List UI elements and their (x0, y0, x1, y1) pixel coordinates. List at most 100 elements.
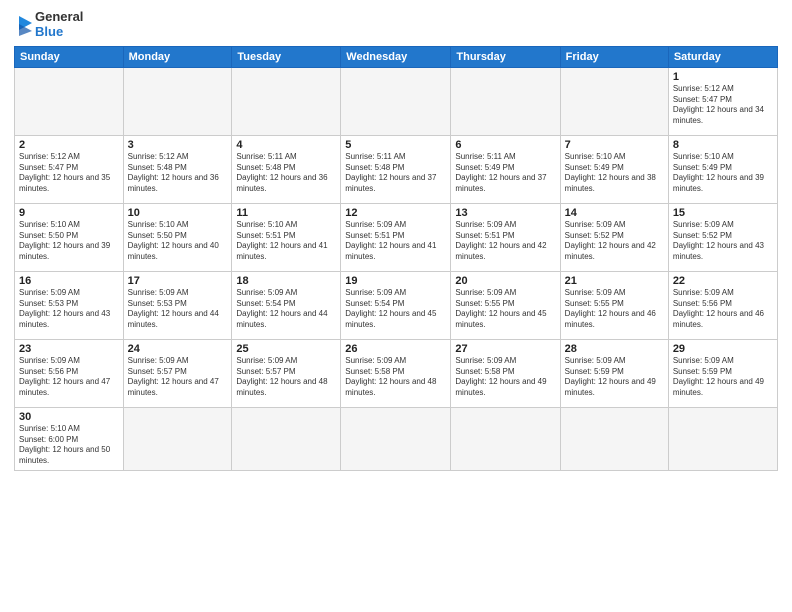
day-number: 20 (455, 275, 555, 287)
calendar-cell: 12Sunrise: 5:09 AMSunset: 5:51 PMDayligh… (341, 203, 451, 271)
calendar-cell (123, 67, 232, 135)
logo-icon (14, 14, 32, 36)
calendar-cell: 22Sunrise: 5:09 AMSunset: 5:56 PMDayligh… (668, 271, 777, 339)
day-info: Sunrise: 5:12 AMSunset: 5:47 PMDaylight:… (19, 152, 119, 195)
day-info: Sunrise: 5:10 AMSunset: 5:51 PMDaylight:… (236, 220, 336, 263)
calendar-cell: 14Sunrise: 5:09 AMSunset: 5:52 PMDayligh… (560, 203, 668, 271)
day-info: Sunrise: 5:11 AMSunset: 5:49 PMDaylight:… (455, 152, 555, 195)
day-number: 3 (128, 139, 228, 151)
calendar-cell: 26Sunrise: 5:09 AMSunset: 5:58 PMDayligh… (341, 339, 451, 407)
day-info: Sunrise: 5:09 AMSunset: 5:54 PMDaylight:… (345, 288, 446, 331)
day-info: Sunrise: 5:09 AMSunset: 5:59 PMDaylight:… (565, 356, 664, 399)
day-info: Sunrise: 5:12 AMSunset: 5:47 PMDaylight:… (673, 84, 773, 127)
day-info: Sunrise: 5:12 AMSunset: 5:48 PMDaylight:… (128, 152, 228, 195)
day-info: Sunrise: 5:09 AMSunset: 5:58 PMDaylight:… (455, 356, 555, 399)
day-info: Sunrise: 5:09 AMSunset: 5:53 PMDaylight:… (19, 288, 119, 331)
day-number: 22 (673, 275, 773, 287)
day-info: Sunrise: 5:11 AMSunset: 5:48 PMDaylight:… (236, 152, 336, 195)
day-info: Sunrise: 5:09 AMSunset: 5:56 PMDaylight:… (19, 356, 119, 399)
day-number: 29 (673, 343, 773, 355)
day-number: 13 (455, 207, 555, 219)
day-number: 11 (236, 207, 336, 219)
day-info: Sunrise: 5:09 AMSunset: 5:52 PMDaylight:… (673, 220, 773, 263)
day-number: 18 (236, 275, 336, 287)
calendar-cell: 28Sunrise: 5:09 AMSunset: 5:59 PMDayligh… (560, 339, 668, 407)
calendar-cell (15, 67, 124, 135)
day-number: 8 (673, 139, 773, 151)
day-number: 21 (565, 275, 664, 287)
day-number: 23 (19, 343, 119, 355)
day-number: 6 (455, 139, 555, 151)
calendar-table: SundayMondayTuesdayWednesdayThursdayFrid… (14, 46, 778, 471)
calendar-cell: 6Sunrise: 5:11 AMSunset: 5:49 PMDaylight… (451, 135, 560, 203)
calendar-cell: 25Sunrise: 5:09 AMSunset: 5:57 PMDayligh… (232, 339, 341, 407)
calendar-header-sunday: Sunday (15, 46, 124, 67)
calendar-cell: 4Sunrise: 5:11 AMSunset: 5:48 PMDaylight… (232, 135, 341, 203)
calendar-cell: 23Sunrise: 5:09 AMSunset: 5:56 PMDayligh… (15, 339, 124, 407)
calendar-week-3: 9Sunrise: 5:10 AMSunset: 5:50 PMDaylight… (15, 203, 778, 271)
calendar-header-wednesday: Wednesday (341, 46, 451, 67)
day-info: Sunrise: 5:09 AMSunset: 5:51 PMDaylight:… (455, 220, 555, 263)
calendar-cell: 13Sunrise: 5:09 AMSunset: 5:51 PMDayligh… (451, 203, 560, 271)
day-info: Sunrise: 5:09 AMSunset: 5:59 PMDaylight:… (673, 356, 773, 399)
calendar-cell: 30Sunrise: 5:10 AMSunset: 6:00 PMDayligh… (15, 407, 124, 470)
logo: General Blue (14, 10, 83, 40)
day-info: Sunrise: 5:10 AMSunset: 5:49 PMDaylight:… (565, 152, 664, 195)
calendar-cell: 29Sunrise: 5:09 AMSunset: 5:59 PMDayligh… (668, 339, 777, 407)
day-info: Sunrise: 5:10 AMSunset: 5:49 PMDaylight:… (673, 152, 773, 195)
calendar-header-thursday: Thursday (451, 46, 560, 67)
day-number: 10 (128, 207, 228, 219)
calendar-cell (232, 407, 341, 470)
logo-blue: Blue (35, 25, 83, 40)
logo-container: General Blue (14, 10, 83, 40)
calendar-cell: 24Sunrise: 5:09 AMSunset: 5:57 PMDayligh… (123, 339, 232, 407)
calendar-cell: 27Sunrise: 5:09 AMSunset: 5:58 PMDayligh… (451, 339, 560, 407)
day-number: 5 (345, 139, 446, 151)
calendar-header-tuesday: Tuesday (232, 46, 341, 67)
day-number: 2 (19, 139, 119, 151)
day-number: 7 (565, 139, 664, 151)
calendar-cell: 16Sunrise: 5:09 AMSunset: 5:53 PMDayligh… (15, 271, 124, 339)
day-info: Sunrise: 5:10 AMSunset: 6:00 PMDaylight:… (19, 424, 119, 467)
calendar-cell: 3Sunrise: 5:12 AMSunset: 5:48 PMDaylight… (123, 135, 232, 203)
logo-general: General (35, 10, 83, 25)
calendar-header-friday: Friday (560, 46, 668, 67)
calendar-cell (341, 407, 451, 470)
day-number: 16 (19, 275, 119, 287)
calendar-week-1: 1Sunrise: 5:12 AMSunset: 5:47 PMDaylight… (15, 67, 778, 135)
calendar-cell (232, 67, 341, 135)
day-number: 27 (455, 343, 555, 355)
day-number: 30 (19, 411, 119, 423)
calendar-header-monday: Monday (123, 46, 232, 67)
day-info: Sunrise: 5:09 AMSunset: 5:58 PMDaylight:… (345, 356, 446, 399)
calendar-cell (123, 407, 232, 470)
day-number: 24 (128, 343, 228, 355)
calendar-week-6: 30Sunrise: 5:10 AMSunset: 6:00 PMDayligh… (15, 407, 778, 470)
calendar-cell: 15Sunrise: 5:09 AMSunset: 5:52 PMDayligh… (668, 203, 777, 271)
calendar-week-4: 16Sunrise: 5:09 AMSunset: 5:53 PMDayligh… (15, 271, 778, 339)
day-info: Sunrise: 5:09 AMSunset: 5:55 PMDaylight:… (565, 288, 664, 331)
page: General Blue SundayMondayTuesdayWednesda… (0, 0, 792, 612)
calendar-cell: 19Sunrise: 5:09 AMSunset: 5:54 PMDayligh… (341, 271, 451, 339)
calendar-cell: 10Sunrise: 5:10 AMSunset: 5:50 PMDayligh… (123, 203, 232, 271)
day-info: Sunrise: 5:09 AMSunset: 5:56 PMDaylight:… (673, 288, 773, 331)
day-info: Sunrise: 5:09 AMSunset: 5:57 PMDaylight:… (236, 356, 336, 399)
day-number: 4 (236, 139, 336, 151)
calendar-cell: 11Sunrise: 5:10 AMSunset: 5:51 PMDayligh… (232, 203, 341, 271)
day-number: 25 (236, 343, 336, 355)
calendar-cell (341, 67, 451, 135)
calendar-week-5: 23Sunrise: 5:09 AMSunset: 5:56 PMDayligh… (15, 339, 778, 407)
day-number: 17 (128, 275, 228, 287)
calendar-cell: 5Sunrise: 5:11 AMSunset: 5:48 PMDaylight… (341, 135, 451, 203)
day-number: 19 (345, 275, 446, 287)
day-info: Sunrise: 5:10 AMSunset: 5:50 PMDaylight:… (19, 220, 119, 263)
calendar-cell: 2Sunrise: 5:12 AMSunset: 5:47 PMDaylight… (15, 135, 124, 203)
day-info: Sunrise: 5:09 AMSunset: 5:51 PMDaylight:… (345, 220, 446, 263)
logo-text: General Blue (35, 10, 83, 40)
calendar-week-2: 2Sunrise: 5:12 AMSunset: 5:47 PMDaylight… (15, 135, 778, 203)
day-info: Sunrise: 5:09 AMSunset: 5:52 PMDaylight:… (565, 220, 664, 263)
day-number: 26 (345, 343, 446, 355)
calendar-cell: 8Sunrise: 5:10 AMSunset: 5:49 PMDaylight… (668, 135, 777, 203)
header: General Blue (14, 10, 778, 40)
day-number: 28 (565, 343, 664, 355)
